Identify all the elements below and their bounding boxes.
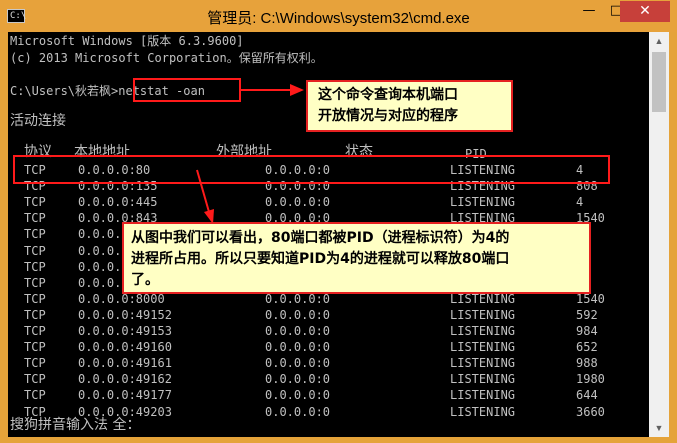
pid-note-callout: 从图中我们可以看出，80端口都被PID（进程标识符）为4的 进程所占用。所以只要… [122, 222, 591, 294]
pid-note-line: 从图中我们可以看出，80端口都被PID（进程标识符）为4的 [131, 230, 510, 246]
command-arrow-head [290, 84, 304, 96]
pid-arrow-line [196, 169, 210, 213]
command-note-line: 这个命令查询本机端口 [318, 87, 458, 103]
pid-note-line: 进程所占用。所以只要知道PID为4的进程就可以释放80端口 [131, 251, 510, 267]
command-note-line: 开放情况与对应的程序 [318, 108, 458, 124]
command-note-callout: 这个命令查询本机端口 开放情况与对应的程序 [306, 80, 513, 132]
pid-note-line: 了。 [131, 272, 159, 288]
